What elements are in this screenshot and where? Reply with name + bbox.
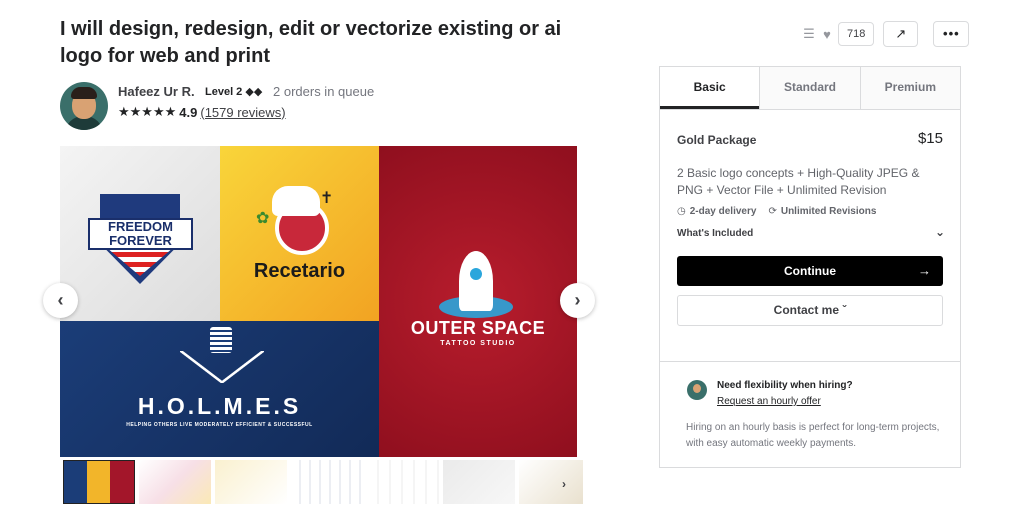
tab-basic[interactable]: Basic [660,67,760,109]
likes-count[interactable]: 718 [838,22,875,46]
hourly-offer-card: Need flexibility when hiring? Request an… [659,362,961,468]
leaf-icon: ✿ [256,210,270,227]
chevron-left-icon: ‹ [57,290,64,310]
hourly-title: Need flexibility when hiring? [717,380,853,391]
rating-score: 4.9 [179,104,198,120]
chef-hat-icon [272,186,320,216]
gallery-prev-button[interactable]: ‹ [43,283,78,318]
package-panel: Basic Standard Premium Gold Package $15 … [659,66,961,362]
seller-rating: ★★★★★ 4.9 (1579 reviews) [118,104,286,120]
arrow-right-icon: → [918,263,931,278]
tab-premium[interactable]: Premium [859,67,960,109]
utensil-icon: ✝ [320,190,334,207]
request-hourly-offer-link[interactable]: Request an hourly offer [717,396,821,407]
thumbnail[interactable] [63,460,135,504]
logo-text-freedom: FREEDOM FOREVER [88,218,193,250]
delivery-time: 2-day delivery [689,206,757,217]
seller-avatar[interactable] [60,82,108,130]
star-icons: ★★★★★ [118,104,177,119]
rocket-icon [459,251,493,311]
logo-subtext-holmes: HELPING OTHERS LIVE MODERATELY EFFICIENT… [126,422,313,428]
coins-icon [210,327,232,353]
logo-tile-outer-space: OUTER SPACE TATTOO STUDIO [379,146,577,457]
logo-tile-holmes: H.O.L.M.E.S HELPING OTHERS LIVE MODERATE… [60,321,379,457]
chevron-down-icon: ⌄ [934,225,945,239]
chevron-down-icon: ˇ [842,303,847,317]
thumbnail[interactable] [215,460,287,504]
seller-overview: Hafeez Ur R. Level 2 ◆◆ 2 orders in queu… [60,80,580,130]
gig-actions: ☰ ♥ 718 ↗ ••• [800,21,970,47]
share-button[interactable]: ↗ [883,21,919,47]
chevron-right-icon: › [574,290,581,310]
logo-text-holmes: H.O.L.M.E.S [137,393,302,419]
package-tabs: Basic Standard Premium [660,67,960,110]
more-options-button[interactable]: ••• [933,21,970,47]
thumbnail[interactable] [291,460,363,504]
thumbnail[interactable] [139,460,211,504]
logo-subtext-outer-space: TATTOO STUDIO [440,340,516,347]
package-price: $15 [917,130,943,147]
contact-me-button[interactable]: Contact me ˇ [677,295,943,326]
gig-image-gallery[interactable]: FREEDOM FOREVER ✿ ✝ Recetario OUTER SPAC… [60,146,577,457]
logo-tile-recetario: ✿ ✝ Recetario [220,146,379,321]
logo-text-recetario: Recetario [253,260,346,282]
thumbnail[interactable] [519,460,583,504]
tab-standard[interactable]: Standard [759,67,860,109]
hourly-description: Hiring on an hourly basis is perfect for… [686,422,940,449]
list-icon[interactable]: ☰ [800,26,818,42]
package-meta: ◷ 2-day delivery ⟳ Unlimited Revisions [677,206,876,217]
logo-tile-freedom: FREEDOM FOREVER [60,146,220,321]
seller-level-badge: Level 2 ◆◆ [205,86,263,98]
heart-icon[interactable]: ♥ [818,27,836,42]
clock-icon: ◷ [677,206,686,217]
seller-name[interactable]: Hafeez Ur R. [118,84,195,99]
thumbnails-next-icon[interactable]: › [562,477,566,491]
package-name: Gold Package [677,133,757,147]
refresh-icon: ⟳ [768,206,777,217]
thumbnail[interactable] [443,460,515,504]
gallery-next-button[interactable]: › [560,283,595,318]
share-icon: ↗ [895,26,907,41]
package-description: 2 Basic logo concepts + High-Quality JPE… [677,166,920,197]
orders-in-queue: 2 orders in queue [273,84,375,99]
gallery-thumbnails [63,460,583,504]
revisions-count: Unlimited Revisions [780,206,877,217]
logo-text-outer-space: OUTER SPACE [410,318,546,338]
thumbnail[interactable] [367,460,439,504]
reviews-link[interactable]: (1579 reviews) [200,105,285,120]
seller-avatar-small [687,380,707,400]
continue-button[interactable]: Continue → [677,256,943,286]
gig-title: I will design, redesign, edit or vectori… [60,18,562,67]
house-icon [180,351,264,383]
whats-included-toggle[interactable]: What's Included ⌄ [677,225,945,239]
